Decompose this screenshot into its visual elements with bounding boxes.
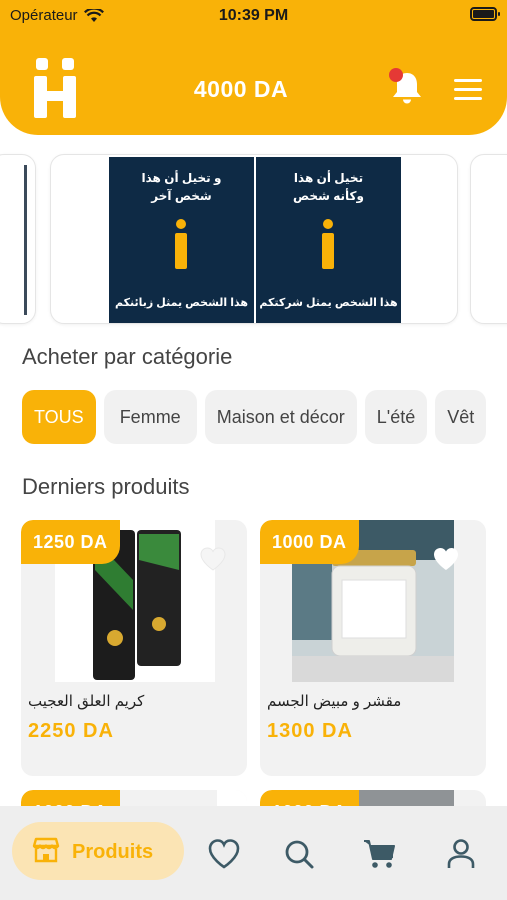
hamburger-icon — [454, 79, 482, 82]
info-icon — [175, 219, 187, 271]
favorite-icon[interactable] — [432, 546, 460, 572]
product-price: 2250 DA — [28, 720, 114, 742]
heart-icon[interactable] — [207, 838, 241, 870]
nav-item-products[interactable]: Produits — [12, 822, 184, 880]
user-icon[interactable] — [444, 838, 478, 870]
banner-panel-right: تخيل أن هذا وكأنه شخص هذا الشخص يمثل شرك… — [254, 157, 401, 323]
banner-card-previous[interactable] — [0, 154, 36, 324]
clock: 10:39 PM — [218, 7, 289, 24]
banner-panel-left: و تخيل أن هذا شخص آخر هذا الشخص يمثل زبا… — [115, 171, 248, 309]
category-chip-vetements[interactable]: Vêt — [435, 390, 487, 444]
menu-button[interactable] — [454, 79, 482, 101]
nav-item-products-label: Produits — [72, 841, 154, 863]
battery-icon — [470, 7, 500, 21]
notification-dot — [389, 68, 403, 82]
bottom-navigation: Produits — [0, 806, 507, 900]
app-header: Opérateur 10:39 PM 4000 DA — [0, 0, 507, 135]
product-name: كريم العلق العجيب — [28, 693, 145, 710]
search-icon[interactable] — [283, 838, 317, 870]
store-icon — [32, 837, 60, 863]
products-title: Derniers produits — [22, 474, 190, 499]
banner-image: و تخيل أن هذا شخص آخر هذا الشخص يمثل زبا… — [109, 157, 401, 323]
cart-icon[interactable] — [363, 838, 397, 870]
categories-title: Acheter par catégorie — [22, 344, 233, 369]
banner-carousel[interactable]: و تخيل أن هذا شخص آخر هذا الشخص يمثل زبا… — [0, 152, 507, 327]
category-chip-maison-decor[interactable]: Maison et décor — [204, 390, 357, 444]
status-bar: Opérateur 10:39 PM — [0, 0, 507, 34]
price-tag: 1250 DA — [21, 520, 120, 564]
product-name: مقشر و مبيض الجسم — [267, 693, 402, 710]
banner-card-next[interactable] — [470, 154, 507, 324]
category-chip-tous[interactable]: TOUS — [22, 390, 96, 444]
favorite-icon[interactable] — [199, 546, 227, 572]
product-card[interactable]: 1250 DA كريم العلق العجيب 2250 DA — [21, 520, 247, 776]
product-price: 1300 DA — [267, 720, 353, 742]
price-tag: 1000 DA — [260, 520, 359, 564]
banner-card-current[interactable]: و تخيل أن هذا شخص آخر هذا الشخص يمثل زبا… — [50, 154, 458, 324]
category-chip-ete[interactable]: L'été — [364, 390, 428, 444]
product-card[interactable]: 1000 DA مقشر و مبيض الجسم 1300 DA — [260, 520, 486, 776]
info-icon — [322, 219, 334, 271]
category-chips: TOUS Femme Maison et décor L'été Vêt — [22, 390, 487, 444]
notifications-button[interactable] — [389, 68, 424, 106]
category-chip-femme[interactable]: Femme — [103, 390, 197, 444]
